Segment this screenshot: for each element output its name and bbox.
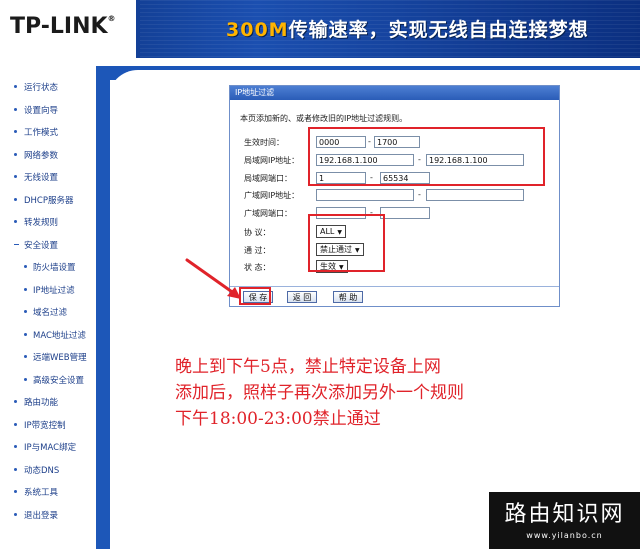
bullet-icon bbox=[14, 175, 17, 178]
bullet-icon bbox=[14, 85, 17, 88]
sidebar-item-label: 运行状态 bbox=[24, 83, 59, 93]
sidebar-item-label: 防火墙设置 bbox=[33, 263, 76, 273]
sidebar-item-label: 网络参数 bbox=[24, 150, 59, 161]
sidebar-menu: 运行状态设置向导工作模式网络参数无线设置 DHCP服务器 转发规则安全设置防火墙设置… bbox=[0, 78, 96, 528]
help-button[interactable]: 帮 助 bbox=[333, 291, 363, 303]
sidebar-item[interactable]: 无线设置 bbox=[0, 168, 96, 191]
watermark: 路由知识网 www.yilanbo.cn bbox=[489, 492, 640, 549]
sidebar-item-label: 安全设置 bbox=[24, 240, 59, 251]
bullet-icon bbox=[24, 287, 27, 291]
bullet-icon bbox=[14, 130, 17, 133]
panel-divider bbox=[230, 286, 559, 287]
watermark-title: 路由知识网 bbox=[504, 502, 625, 527]
bullet-icon bbox=[24, 265, 27, 268]
sidebar-item-label: 路由功能 bbox=[24, 398, 59, 408]
bullet-icon bbox=[14, 490, 17, 493]
sidebar-item[interactable]: 动态DNS bbox=[0, 461, 96, 484]
bullet-icon bbox=[14, 467, 17, 471]
sidebar-item[interactable]: 系统工具 bbox=[0, 483, 96, 506]
sidebar-scroll-stripe bbox=[96, 66, 108, 549]
highlight-protocol-status bbox=[308, 214, 385, 272]
bullet-icon bbox=[14, 512, 17, 516]
sidebar-item[interactable]: 运行状态 bbox=[0, 78, 96, 101]
bullet-icon bbox=[14, 107, 17, 111]
sidebar-item[interactable]: IP带宽控制 bbox=[0, 416, 96, 439]
collapse-icon bbox=[14, 243, 19, 245]
panel-title-bar: IP地址过滤 bbox=[230, 86, 559, 100]
sidebar-item-label: 设置向导 bbox=[24, 105, 59, 116]
panel-description: 本页添加新的、或者修改旧的IP地址过滤规则。 bbox=[240, 114, 408, 123]
sidebar-item[interactable]: DHCP服务器 bbox=[0, 191, 96, 214]
header-divider bbox=[0, 58, 640, 66]
sidebar-item[interactable]: 域名过滤 bbox=[0, 303, 96, 326]
bullet-icon bbox=[24, 377, 27, 381]
sidebar-item-label: 高级安全设置 bbox=[33, 375, 85, 386]
ip-filter-panel: IP地址过滤 本页添加新的、或者修改旧的IP地址过滤规则。 生效时间： 0000… bbox=[229, 85, 560, 307]
pass-label: 通 过： bbox=[244, 246, 271, 255]
sidebar-item-label: IP与MAC绑定 bbox=[24, 443, 77, 453]
wan-ip-dash: - bbox=[418, 190, 421, 199]
sidebar-item[interactable]: 路由功能 bbox=[0, 393, 96, 416]
bullet-icon bbox=[14, 400, 17, 403]
bullet-icon bbox=[14, 220, 17, 223]
sidebar-item[interactable]: 工作模式 bbox=[0, 123, 96, 146]
bullet-icon bbox=[24, 310, 27, 313]
red-arrow-icon bbox=[185, 258, 241, 299]
status-label: 状 态： bbox=[244, 263, 271, 272]
sidebar-item[interactable]: IP地址过滤 bbox=[0, 281, 96, 304]
tplink-logo: TP-LINK® bbox=[10, 14, 116, 39]
sidebar-item-label: MAC地址过滤 bbox=[33, 330, 86, 341]
logo-area: TP-LINK® bbox=[0, 0, 136, 58]
wan-ip-label: 广域网IP地址： bbox=[244, 191, 300, 200]
bullet-icon bbox=[14, 445, 17, 448]
bullet-icon bbox=[14, 197, 17, 201]
bullet-icon bbox=[14, 152, 17, 156]
sidebar-item[interactable]: 安全设置 bbox=[0, 236, 96, 259]
wan-port-end-input[interactable] bbox=[380, 207, 430, 219]
sidebar-item-label: 远端WEB管理 bbox=[33, 353, 87, 363]
highlight-time-ip-port bbox=[308, 127, 545, 186]
watermark-url: www.yilanbo.cn bbox=[526, 531, 603, 540]
sidebar-item-label: 动态DNS bbox=[24, 465, 60, 476]
sidebar-item-label: IP带宽控制 bbox=[24, 420, 66, 431]
sidebar-item[interactable]: 转发规则 bbox=[0, 213, 96, 236]
back-button[interactable]: 返 回 bbox=[287, 291, 317, 303]
sidebar-item[interactable]: MAC地址过滤 bbox=[0, 326, 96, 349]
sidebar-item-label: DHCP服务器 bbox=[24, 195, 74, 206]
lan-ip-label: 局域网IP地址： bbox=[244, 156, 300, 165]
lan-port-label: 局域网端口： bbox=[244, 174, 292, 183]
sidebar-item-label: 系统工具 bbox=[24, 488, 59, 498]
wan-ip-end-input[interactable] bbox=[426, 189, 524, 201]
header-banner: TP-LINK® 300M传输速率，实现无线自由连接梦想 bbox=[0, 0, 640, 58]
sidebar-item[interactable]: 网络参数 bbox=[0, 146, 96, 169]
sidebar-item-label: 工作模式 bbox=[24, 128, 59, 138]
caption-line-1: 晚上到下午5点，禁止特定设备上网 bbox=[175, 357, 441, 377]
bullet-icon bbox=[24, 355, 27, 358]
sidebar-item[interactable]: 退出登录 bbox=[0, 506, 96, 529]
panel-title: IP地址过滤 bbox=[235, 88, 275, 97]
time-label: 生效时间： bbox=[244, 138, 284, 147]
sidebar-item[interactable]: 高级安全设置 bbox=[0, 371, 96, 394]
sidebar-item[interactable]: 远端WEB管理 bbox=[0, 348, 96, 371]
protocol-label: 协 议： bbox=[244, 228, 271, 237]
sidebar-item-label: 退出登录 bbox=[24, 510, 59, 521]
sidebar-item[interactable]: 设置向导 bbox=[0, 101, 96, 124]
wan-ip-start-input[interactable] bbox=[316, 189, 414, 201]
sidebar-item[interactable]: 防火墙设置 bbox=[0, 258, 96, 281]
sidebar-item-label: 域名过滤 bbox=[33, 308, 68, 318]
caption-line-2: 添加后，照样子再次添加另外一个规则 bbox=[175, 383, 464, 403]
sidebar-item[interactable]: IP与MAC绑定 bbox=[0, 438, 96, 461]
bullet-icon bbox=[14, 422, 17, 426]
sidebar-item-label: IP地址过滤 bbox=[33, 285, 75, 296]
bullet-icon bbox=[24, 332, 27, 336]
caption-line-3: 下午18:00-23:00禁止通过 bbox=[175, 409, 381, 429]
sidebar-item-label: 无线设置 bbox=[24, 173, 59, 183]
sidebar-item-label: 转发规则 bbox=[24, 218, 59, 228]
wan-port-label: 广域网端口： bbox=[244, 209, 292, 218]
header-slogan: 300M传输速率，实现无线自由连接梦想 bbox=[226, 19, 589, 41]
